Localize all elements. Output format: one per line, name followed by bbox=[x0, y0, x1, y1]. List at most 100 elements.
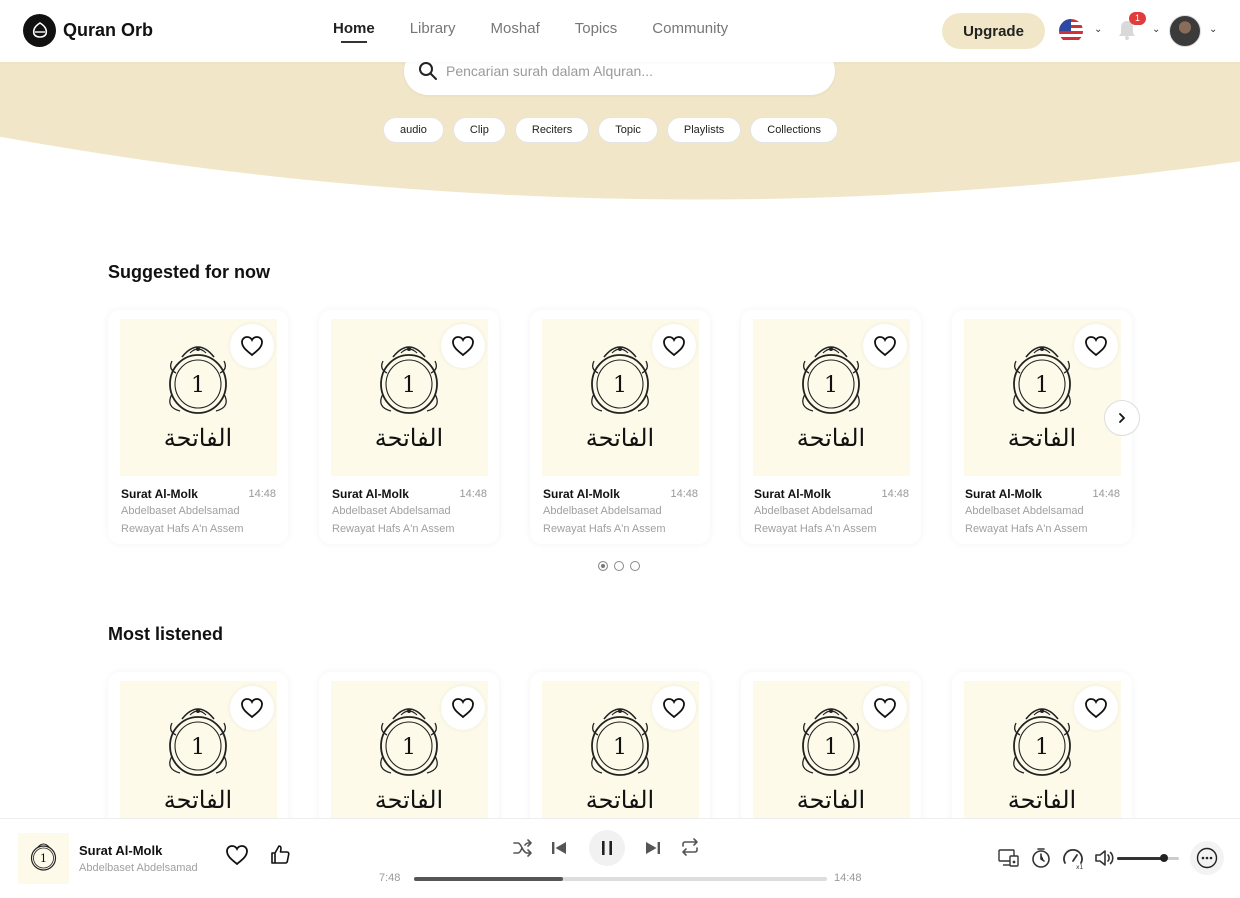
heart-icon bbox=[241, 336, 263, 357]
card-reciter[interactable]: Abdelbaset Abdelsamad bbox=[754, 505, 873, 517]
avatar[interactable] bbox=[1169, 15, 1201, 47]
audio-player-bar: 1 Surat Al-Molk Abdelbaset Abdelsamad 7:… bbox=[0, 818, 1240, 898]
card-duration: 14:48 bbox=[459, 488, 487, 500]
us-flag-icon[interactable] bbox=[1059, 19, 1083, 43]
previous-track-icon[interactable] bbox=[550, 839, 568, 857]
next-track-icon[interactable] bbox=[644, 839, 662, 857]
pagination-dot[interactable] bbox=[614, 561, 624, 571]
volume-icon[interactable] bbox=[1093, 847, 1115, 869]
surah-arabic-name: الفاتحة bbox=[164, 424, 232, 452]
nav-item-moshaf[interactable]: Moshaf bbox=[491, 20, 540, 37]
player-elapsed-time: 7:48 bbox=[379, 872, 401, 884]
surah-arabic-name: الفاتحة bbox=[797, 786, 865, 814]
upgrade-button[interactable]: Upgrade bbox=[942, 13, 1045, 49]
language-chevron-down-icon[interactable]: ⌄ bbox=[1094, 24, 1102, 35]
profile-chevron-down-icon[interactable]: ⌄ bbox=[1209, 24, 1217, 35]
card-riwaya: Rewayat Hafs A'n Assem bbox=[543, 523, 666, 535]
filter-chip-clip[interactable]: Clip bbox=[452, 117, 506, 143]
favorite-button[interactable] bbox=[652, 686, 696, 730]
thumbs-up-icon[interactable] bbox=[269, 843, 291, 865]
card-title[interactable]: Surat Al-Molk bbox=[543, 487, 620, 501]
player-cover-number: 1 bbox=[40, 852, 47, 865]
surah-arabic-name: الفاتحة bbox=[1008, 424, 1076, 452]
pause-button[interactable] bbox=[589, 830, 625, 866]
filter-chip-audio[interactable]: audio bbox=[383, 117, 444, 143]
nav-item-home[interactable]: Home bbox=[333, 20, 375, 43]
playback-progress-bar[interactable] bbox=[414, 877, 827, 881]
card-reciter[interactable]: Abdelbaset Abdelsamad bbox=[543, 505, 662, 517]
carousel-next-button[interactable] bbox=[1104, 400, 1140, 436]
player-artist: Abdelbaset Abdelsamad bbox=[79, 862, 198, 874]
surah-card[interactable]: 1 الفاتحة Surat Al-Molk 14:48 Abdelbaset Abd… bbox=[952, 310, 1132, 544]
top-navigation-bar: Quran Orb Home Library Moshaf Topics Com… bbox=[0, 0, 1240, 62]
playback-speed-icon[interactable]: x1 bbox=[1061, 847, 1085, 871]
more-options-icon bbox=[1196, 847, 1218, 869]
pagination-dot[interactable] bbox=[630, 561, 640, 571]
logo-icon bbox=[23, 14, 56, 47]
filter-chip-reciters[interactable]: Reciters bbox=[514, 117, 590, 143]
filter-chip-topic[interactable]: Topic bbox=[598, 117, 658, 143]
device-cast-icon[interactable] bbox=[998, 848, 1020, 868]
favorite-button[interactable] bbox=[230, 686, 274, 730]
favorite-button[interactable] bbox=[230, 324, 274, 368]
heart-icon bbox=[452, 336, 474, 357]
notifications-chevron-down-icon[interactable]: ⌄ bbox=[1152, 24, 1160, 35]
logo[interactable]: Quran Orb bbox=[23, 14, 153, 47]
card-title[interactable]: Surat Al-Molk bbox=[965, 487, 1042, 501]
card-duration: 14:48 bbox=[248, 488, 276, 500]
card-reciter[interactable]: Abdelbaset Abdelsamad bbox=[121, 505, 240, 517]
heart-icon bbox=[452, 698, 474, 719]
progress-fill bbox=[414, 877, 563, 881]
favorite-button[interactable] bbox=[1074, 686, 1118, 730]
heart-icon bbox=[1085, 698, 1107, 719]
pagination-dot[interactable] bbox=[598, 561, 608, 571]
heart-icon bbox=[1085, 336, 1107, 357]
more-options-button[interactable] bbox=[1190, 841, 1224, 875]
filter-chips: audio Clip Reciters Topic Playlists Coll… bbox=[383, 117, 839, 143]
card-riwaya: Rewayat Hafs A'n Assem bbox=[965, 523, 1088, 535]
surah-card[interactable]: 1 الفاتحة Surat Al-Molk 14:48 Abdelbaset Abd… bbox=[741, 310, 921, 544]
volume-knob[interactable] bbox=[1159, 854, 1168, 862]
card-reciter[interactable]: Abdelbaset Abdelsamad bbox=[965, 505, 1084, 517]
favorite-button[interactable] bbox=[863, 686, 907, 730]
surah-card[interactable]: 1 الفاتحة Surat Al-Molk 14:48 Abdelbaset Abd… bbox=[319, 310, 499, 544]
carousel-pagination bbox=[598, 561, 640, 571]
player-cover-art[interactable]: 1 bbox=[18, 833, 69, 884]
svg-text:x1: x1 bbox=[1076, 864, 1084, 871]
volume-fill bbox=[1117, 857, 1164, 860]
favorite-button[interactable] bbox=[441, 686, 485, 730]
favorite-button[interactable] bbox=[652, 324, 696, 368]
nav-item-topics[interactable]: Topics bbox=[575, 20, 618, 37]
surah-arabic-name: الفاتحة bbox=[797, 424, 865, 452]
repeat-icon[interactable] bbox=[679, 837, 701, 857]
favorite-button[interactable] bbox=[863, 324, 907, 368]
heart-icon bbox=[874, 336, 896, 357]
filter-chip-collections[interactable]: Collections bbox=[750, 117, 839, 143]
card-riwaya: Rewayat Hafs A'n Assem bbox=[754, 523, 877, 535]
card-title[interactable]: Surat Al-Molk bbox=[754, 487, 831, 501]
surah-number: 1 bbox=[402, 373, 416, 398]
card-riwaya: Rewayat Hafs A'n Assem bbox=[332, 523, 455, 535]
card-title[interactable]: Surat Al-Molk bbox=[121, 487, 198, 501]
favorite-button[interactable] bbox=[441, 324, 485, 368]
nav-item-community[interactable]: Community bbox=[652, 20, 728, 37]
surah-number: 1 bbox=[191, 373, 205, 398]
volume-slider[interactable] bbox=[1117, 854, 1179, 862]
surah-number: 1 bbox=[824, 373, 838, 398]
main-nav: Home Library Moshaf Topics Community bbox=[333, 20, 763, 43]
favorite-button[interactable] bbox=[1074, 324, 1118, 368]
nav-item-library[interactable]: Library bbox=[410, 20, 456, 37]
filter-chip-playlists[interactable]: Playlists bbox=[666, 117, 742, 143]
heart-icon bbox=[874, 698, 896, 719]
search-input[interactable] bbox=[446, 63, 826, 79]
card-title[interactable]: Surat Al-Molk bbox=[332, 487, 409, 501]
heart-icon[interactable] bbox=[225, 844, 249, 866]
surah-card[interactable]: 1 الفاتحة Surat Al-Molk 14:48 Abdelbaset Abd… bbox=[530, 310, 710, 544]
surah-number: 1 bbox=[402, 735, 416, 760]
surah-card[interactable]: 1 الفاتحة Surat Al-Molk 14:48 Abdelbaset Abd… bbox=[108, 310, 288, 544]
suggested-cards-row: 1 الفاتحة Surat Al-Molk 14:48 Abdelbaset Abd… bbox=[108, 310, 1132, 544]
card-reciter[interactable]: Abdelbaset Abdelsamad bbox=[332, 505, 451, 517]
surah-number: 1 bbox=[191, 735, 205, 760]
sleep-timer-icon[interactable] bbox=[1030, 847, 1052, 869]
shuffle-icon[interactable] bbox=[512, 838, 534, 858]
